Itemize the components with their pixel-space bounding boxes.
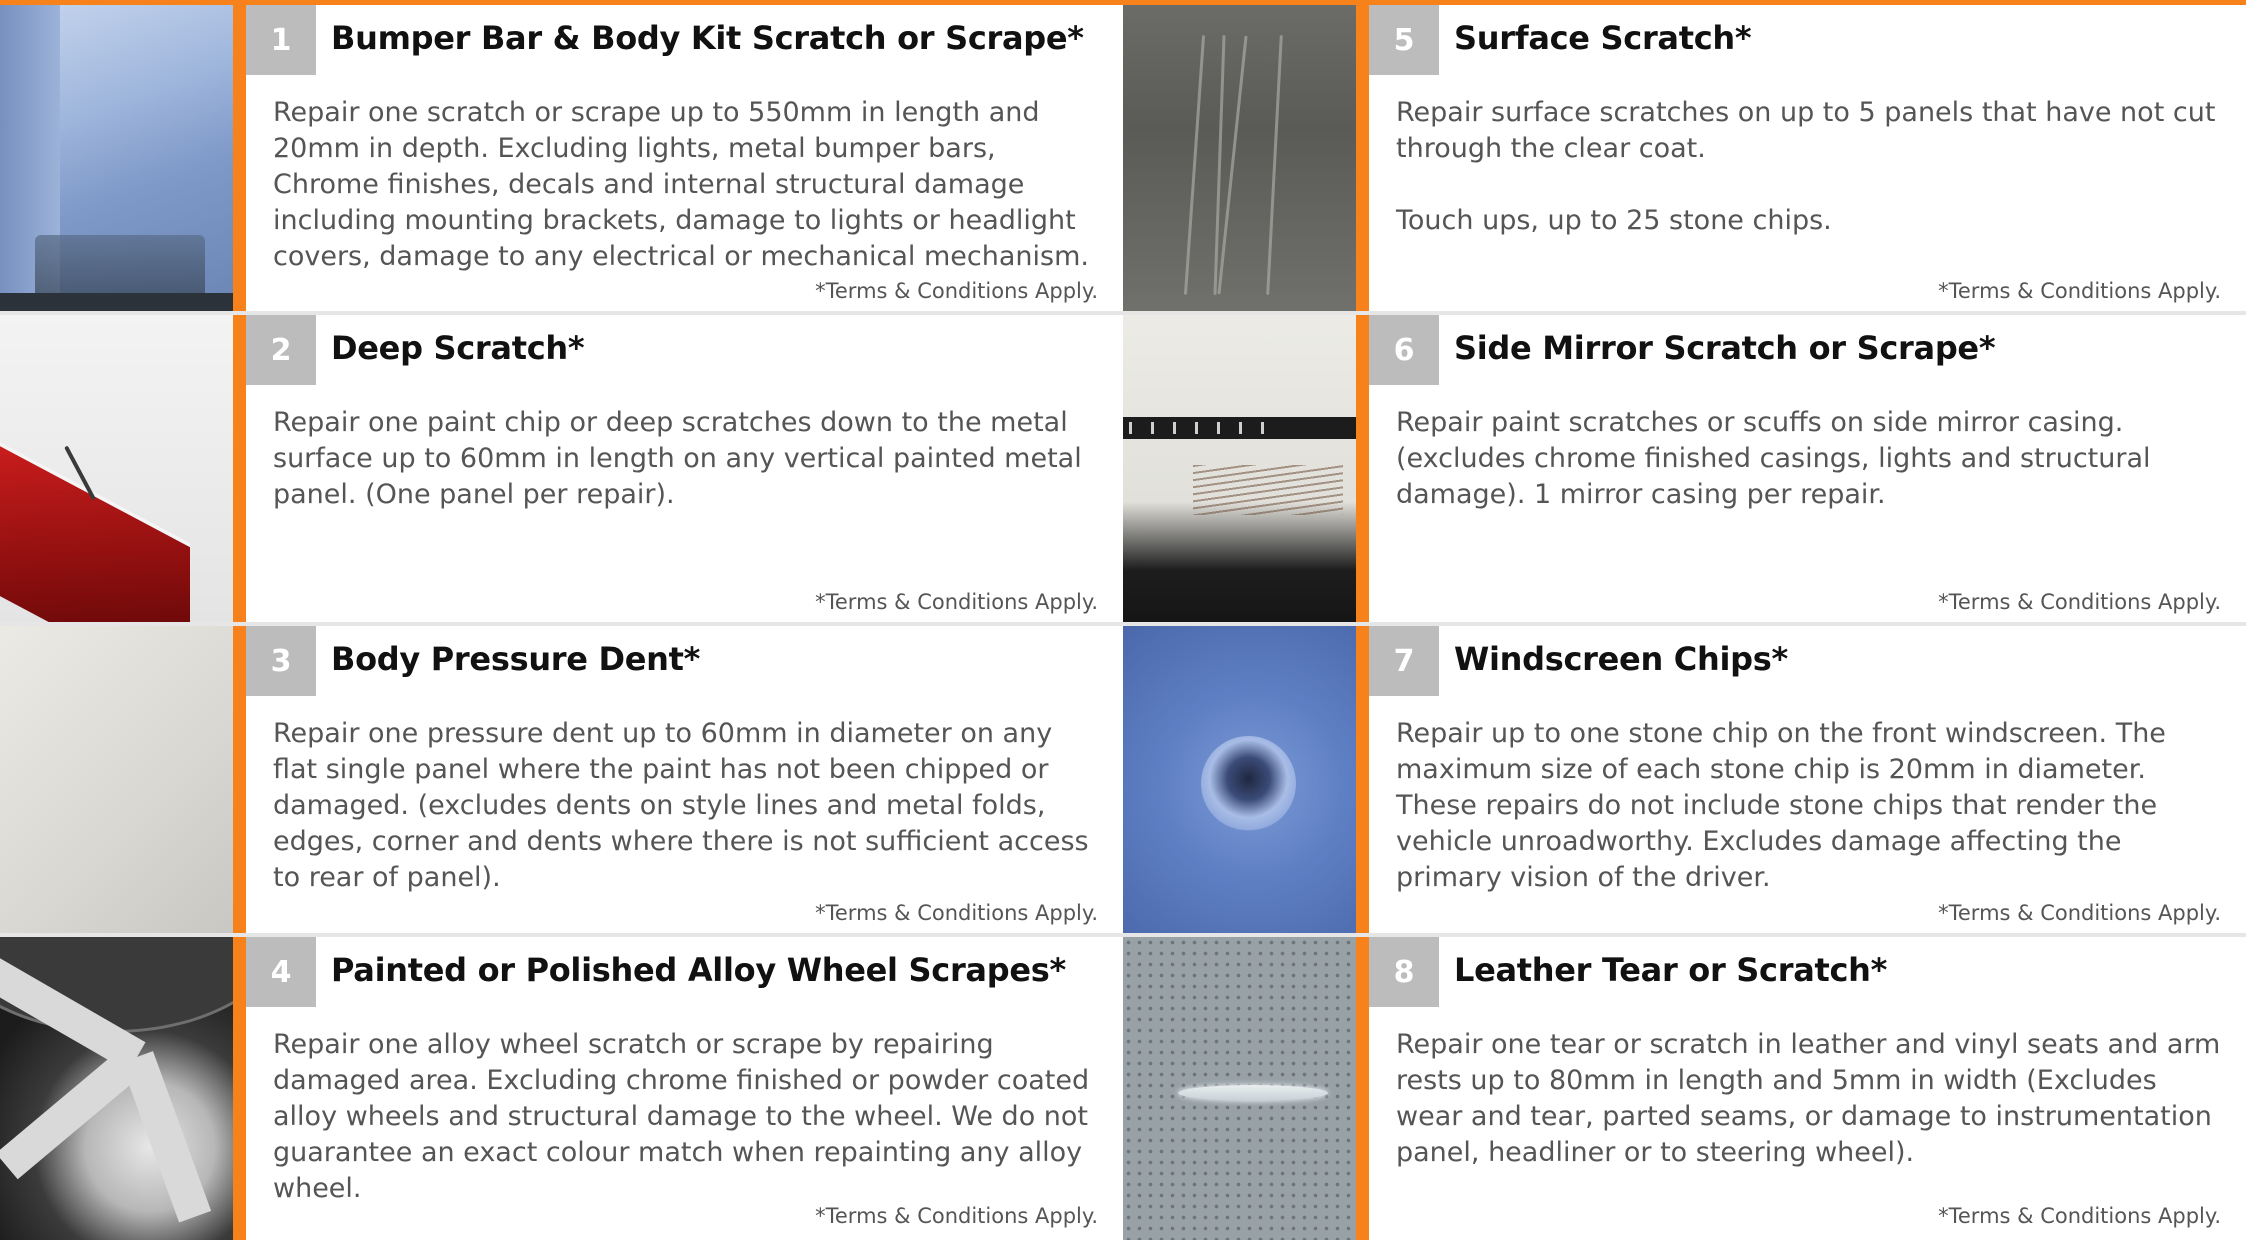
side-mirror-photo [1123,315,1356,626]
service-number-badge: 5 [1369,5,1439,75]
service-description: Repair surface scratches on up to 5 pane… [1396,97,2216,236]
service-number-badge: 8 [1369,937,1439,1007]
bumper-scratch-photo [0,5,233,315]
repair-services-grid: 1 Bumper Bar & Body Kit Scratch or Scrap… [0,5,2246,1240]
terms-note: *Terms & Conditions Apply. [1938,901,2221,925]
service-description: Repair one pressure dent up to 60mm in d… [273,718,1089,893]
service-title: Leather Tear or Scratch* [1454,951,1888,989]
service-card-7[interactable]: 7 Windscreen Chips* Repair up to one sto… [1123,626,2246,937]
service-title: Side Mirror Scratch or Scrape* [1454,329,1996,367]
terms-note: *Terms & Conditions Apply. [1938,590,2221,614]
accent-bar [233,626,246,937]
service-number-badge: 2 [246,315,316,385]
service-number-badge: 7 [1369,626,1439,696]
terms-note: *Terms & Conditions Apply. [1938,279,2221,303]
service-card-content: 4 Painted or Polished Alloy Wheel Scrape… [246,937,1123,1240]
service-description: Repair one scratch or scrape up to 550mm… [273,97,1089,272]
service-description: Repair up to one stone chip on the front… [1396,718,2166,893]
accent-bar [233,315,246,626]
service-number-badge: 4 [246,937,316,1007]
windscreen-chip-photo [1123,626,1356,937]
pressure-dent-photo [0,626,233,937]
service-title: Body Pressure Dent* [331,640,701,678]
service-card-2[interactable]: 2 Deep Scratch* Repair one paint chip or… [0,315,1123,626]
service-number-badge: 1 [246,5,316,75]
service-description: Repair one tear or scratch in leather an… [1396,1029,2221,1168]
terms-note: *Terms & Conditions Apply. [815,590,1098,614]
accent-bar [233,937,246,1240]
service-card-content: 7 Windscreen Chips* Repair up to one sto… [1369,626,2246,937]
service-title: Bumper Bar & Body Kit Scratch or Scrape* [331,19,1084,57]
accent-bar [233,5,246,315]
service-number-badge: 3 [246,626,316,696]
service-card-content: 5 Surface Scratch* Repair surface scratc… [1369,5,2246,315]
service-card-3[interactable]: 3 Body Pressure Dent* Repair one pressur… [0,626,1123,937]
terms-note: *Terms & Conditions Apply. [815,901,1098,925]
terms-note: *Terms & Conditions Apply. [1938,1204,2221,1228]
service-number-badge: 6 [1369,315,1439,385]
accent-bar [1356,315,1369,626]
surface-scratch-photo [1123,5,1356,315]
service-card-content: 3 Body Pressure Dent* Repair one pressur… [246,626,1123,937]
service-card-5[interactable]: 5 Surface Scratch* Repair surface scratc… [1123,5,2246,315]
leather-tear-photo [1123,937,1356,1240]
service-card-1[interactable]: 1 Bumper Bar & Body Kit Scratch or Scrap… [0,5,1123,315]
alloy-wheel-photo [0,937,233,1240]
accent-bar [1356,5,1369,315]
service-card-content: 2 Deep Scratch* Repair one paint chip or… [246,315,1123,626]
terms-note: *Terms & Conditions Apply. [815,1204,1098,1228]
service-title: Deep Scratch* [331,329,585,367]
accent-bar [1356,626,1369,937]
top-accent-border [0,0,2246,5]
service-description: Repair paint scratches or scuffs on side… [1396,407,2151,510]
service-card-content: 6 Side Mirror Scratch or Scrape* Repair … [1369,315,2246,626]
service-title: Windscreen Chips* [1454,640,1788,678]
service-card-content: 8 Leather Tear or Scratch* Repair one te… [1369,937,2246,1240]
terms-note: *Terms & Conditions Apply. [815,279,1098,303]
service-card-8[interactable]: 8 Leather Tear or Scratch* Repair one te… [1123,937,2246,1240]
service-card-4[interactable]: 4 Painted or Polished Alloy Wheel Scrape… [0,937,1123,1240]
deep-scratch-photo [0,315,233,626]
service-card-content: 1 Bumper Bar & Body Kit Scratch or Scrap… [246,5,1123,315]
service-description: Repair one paint chip or deep scratches … [273,407,1082,510]
service-title: Painted or Polished Alloy Wheel Scrapes* [331,951,1066,989]
service-title: Surface Scratch* [1454,19,1752,57]
service-description: Repair one alloy wheel scratch or scrape… [273,1029,1090,1204]
accent-bar [1356,937,1369,1240]
service-card-6[interactable]: 6 Side Mirror Scratch or Scrape* Repair … [1123,315,2246,626]
